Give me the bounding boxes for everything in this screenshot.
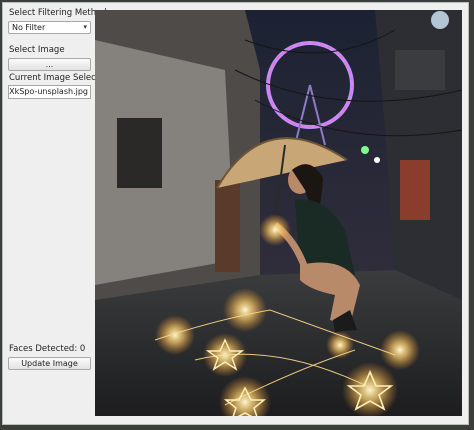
filter-method-label: Select Filtering Method [9, 8, 107, 18]
filter-method-dropdown[interactable]: No Filter ▾ [8, 21, 91, 34]
current-image-value: zoHALXkSpo-unsplash.jpg [9, 87, 88, 96]
control-panel: Select Filtering Method No Filter ▾ Sele… [3, 3, 110, 424]
current-image-field[interactable]: zoHALXkSpo-unsplash.jpg [8, 85, 91, 99]
update-image-button[interactable]: Update Image [8, 357, 91, 370]
image-preview [95, 10, 462, 416]
chevron-down-icon: ▾ [83, 23, 87, 31]
faces-detected-label: Faces Detected: 0 [9, 344, 86, 354]
filter-method-value: No Filter [12, 23, 46, 32]
select-image-label: Select Image [9, 45, 65, 55]
browse-image-button[interactable]: ... [8, 58, 91, 71]
app-window: Select Filtering Method No Filter ▾ Sele… [2, 2, 469, 425]
preview-photo [95, 10, 462, 416]
